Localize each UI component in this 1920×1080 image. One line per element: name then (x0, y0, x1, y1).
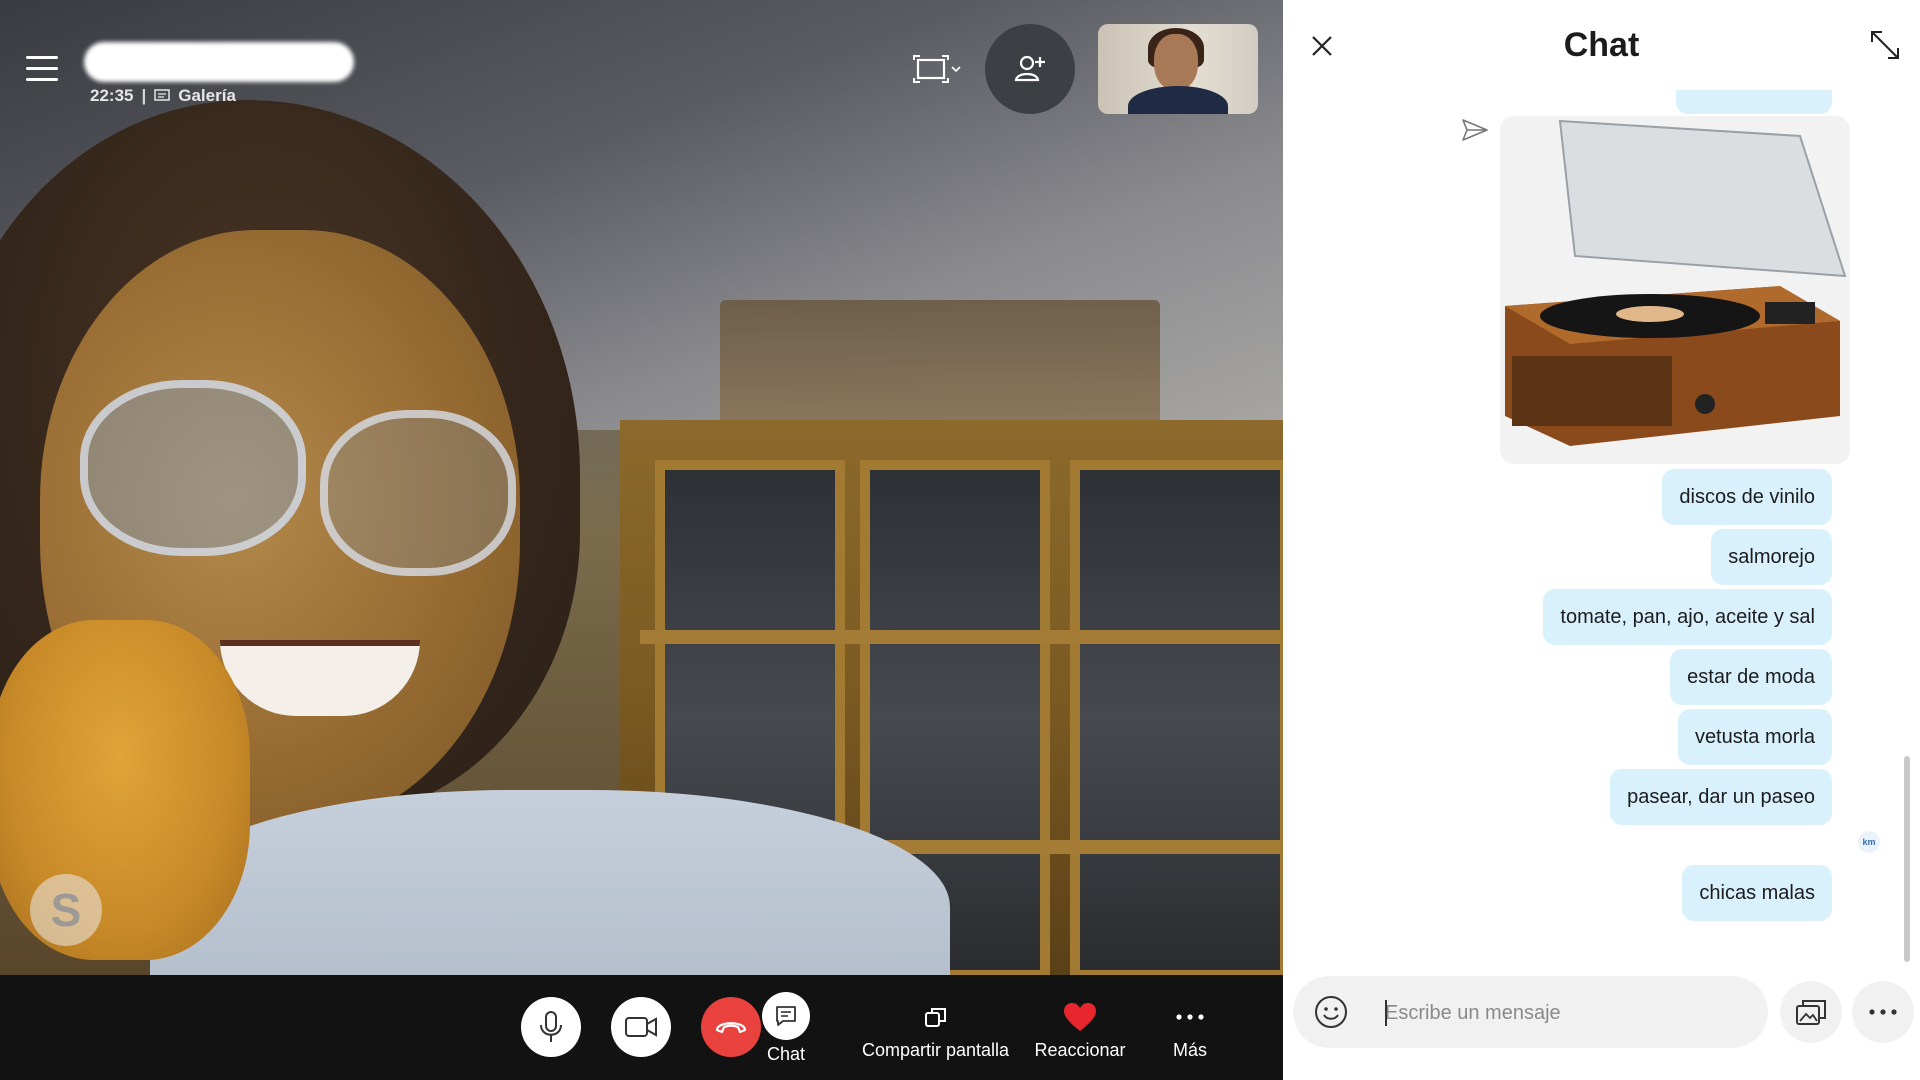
caller-name-redacted (84, 42, 354, 82)
chat-message[interactable]: discos de vinilo (1662, 469, 1832, 525)
record-player-image (1500, 116, 1850, 464)
cabinet-shelf (640, 630, 1280, 644)
chat-icon-circle (762, 992, 810, 1040)
message-input[interactable] (1383, 992, 1747, 1034)
chat-message[interactable]: vetusta morla (1677, 709, 1832, 765)
share-screen-label: Compartir pantalla (861, 1040, 1010, 1060)
smiley-icon (1315, 996, 1347, 1028)
chat-button[interactable]: Chat (756, 992, 816, 1065)
ellipsis-icon (1176, 1014, 1204, 1020)
gallery-icon (154, 89, 170, 101)
more-label: Más (1172, 1040, 1207, 1060)
remote-video: 22:35 | Galería S (0, 0, 1283, 975)
more-options-button[interactable]: Más (1160, 1000, 1220, 1061)
microphone-icon (540, 1011, 562, 1042)
chat-message[interactable]: chicas malas (1682, 865, 1832, 921)
call-info-separator: | (141, 86, 147, 105)
chat-scrollbar[interactable] (1904, 756, 1910, 962)
screen-layout-button[interactable] (912, 52, 962, 86)
react-button[interactable]: Reaccionar (1030, 1000, 1130, 1061)
chat-image-message[interactable] (1500, 116, 1850, 464)
expand-chat-button[interactable] (1868, 28, 1902, 62)
hang-up-button[interactable] (701, 997, 761, 1057)
self-body (1128, 86, 1228, 114)
chat-button-label: Chat (766, 1044, 806, 1064)
add-person-button[interactable] (985, 24, 1075, 114)
image-gallery-icon (1796, 1000, 1826, 1025)
send-icon (1462, 119, 1488, 141)
emoji-button[interactable] (1313, 994, 1349, 1030)
self-video-preview[interactable] (1098, 24, 1258, 114)
call-time: 22:35 (90, 86, 134, 105)
composer-more-button[interactable] (1852, 981, 1914, 1043)
chat-header: Chat (1283, 0, 1920, 90)
camera-button[interactable] (611, 997, 671, 1057)
forward-message-button[interactable] (1461, 118, 1489, 142)
react-label: Reaccionar (1034, 1040, 1126, 1060)
add-person-icon (1014, 55, 1045, 82)
self-face (1154, 34, 1198, 90)
person-glasses (80, 380, 306, 556)
hamburger-menu-icon[interactable] (26, 56, 58, 82)
heart-icon (1064, 1003, 1096, 1031)
view-mode-label: Galería (178, 86, 236, 105)
read-receipt-avatar: km (1858, 831, 1880, 853)
person-glasses (320, 410, 516, 576)
phone-hangup-icon (715, 1022, 747, 1034)
skype-icon: S (30, 874, 102, 946)
chat-message[interactable]: tomate, pan, ajo, aceite y sal (1543, 589, 1832, 645)
attach-media-button[interactable] (1780, 981, 1842, 1043)
screen-layout-icon (913, 55, 961, 83)
video-camera-icon (625, 1017, 657, 1037)
chat-message[interactable]: salmorejo (1711, 529, 1832, 585)
ellipsis-icon (1869, 1009, 1897, 1015)
cabinet-door (1070, 460, 1283, 975)
chat-title: Chat (1563, 26, 1640, 64)
call-info: 22:35 | Galería (90, 86, 236, 106)
chat-message[interactable]: pasear, dar un paseo (1610, 769, 1832, 825)
microphone-button[interactable] (521, 997, 581, 1057)
chat-icon (776, 1006, 796, 1026)
expand-icon (1871, 31, 1899, 59)
background-boxes (720, 300, 1160, 430)
text-caret (1385, 1000, 1387, 1026)
message-composer[interactable] (1293, 976, 1768, 1048)
share-screen-button[interactable]: Compartir pantalla (858, 1000, 1013, 1061)
chat-message[interactable]: estar de moda (1670, 649, 1832, 705)
share-screen-icon (924, 1008, 946, 1027)
